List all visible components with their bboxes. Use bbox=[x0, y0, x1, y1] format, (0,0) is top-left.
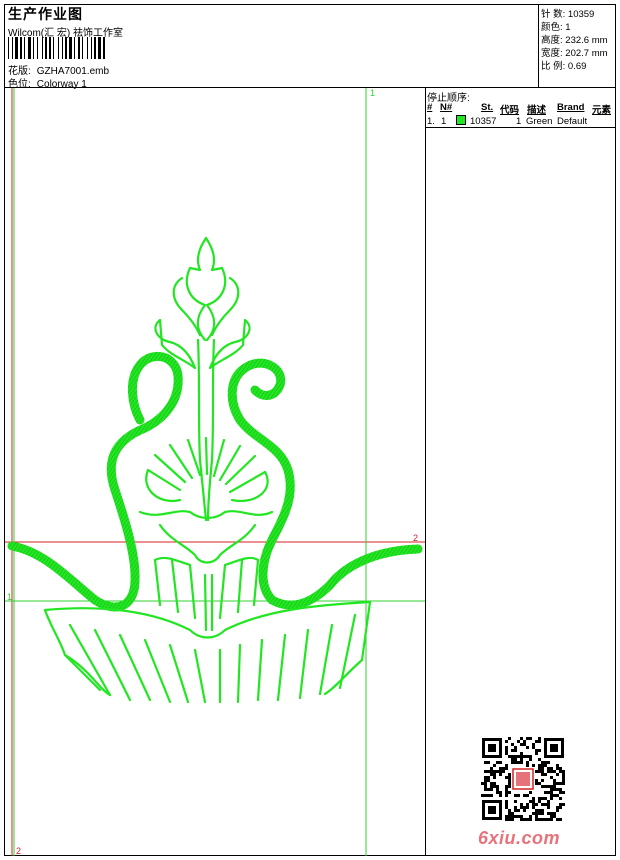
row-code: 1 bbox=[516, 116, 522, 127]
col-brand: Brand bbox=[557, 102, 585, 113]
guide-marker-top: 1 bbox=[370, 88, 376, 98]
row-stitches: 10357 bbox=[470, 116, 497, 127]
design-scale: 比 例: 0.69 bbox=[541, 61, 587, 72]
row-brand: Default bbox=[557, 116, 588, 127]
page-title: 生产作业图 bbox=[8, 6, 83, 22]
stitch-count: 针 数: 10359 bbox=[541, 9, 595, 20]
col-stitches: St. bbox=[481, 102, 494, 113]
guide-marker-bottom: 2 bbox=[16, 846, 22, 856]
row-description: Green bbox=[526, 116, 553, 127]
design-height: 高度: 232.6 mm bbox=[541, 35, 608, 46]
col-index: # bbox=[427, 102, 433, 113]
guide-marker-right: 2 bbox=[413, 533, 419, 543]
panel-divider bbox=[425, 88, 426, 856]
guide-marker-left: 1 bbox=[7, 592, 13, 602]
row-index: 1. bbox=[427, 116, 435, 127]
col-needle: N# bbox=[440, 102, 453, 113]
col-code: 代码 bbox=[500, 105, 520, 116]
row-needle: 1 bbox=[441, 116, 447, 127]
design-width: 宽度: 202.7 mm bbox=[541, 48, 608, 59]
color-count: 颜色: 1 bbox=[541, 22, 571, 33]
qr-code bbox=[481, 737, 565, 821]
embroidery-motif bbox=[7, 236, 423, 704]
embroidery-design-canvas bbox=[5, 88, 425, 856]
barcode bbox=[8, 37, 105, 59]
table-divider bbox=[425, 127, 616, 128]
col-element: 元素 bbox=[592, 105, 612, 116]
watermark-text: 6xiu.com bbox=[478, 828, 561, 848]
color-swatch bbox=[456, 115, 466, 125]
col-description: 描述 bbox=[527, 105, 547, 116]
